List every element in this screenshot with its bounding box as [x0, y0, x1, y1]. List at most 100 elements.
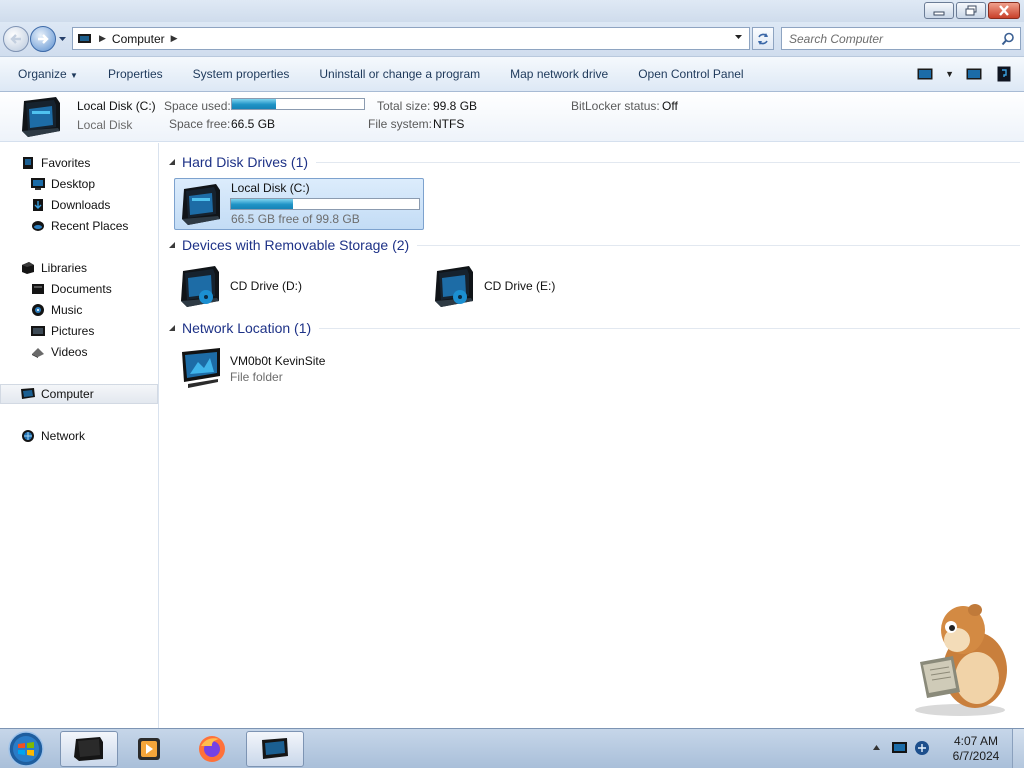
preview-pane-button[interactable]: [964, 66, 984, 82]
space-free-label: Space free:: [169, 117, 231, 131]
organize-menu[interactable]: Organize ▼: [0, 67, 93, 81]
network-icon: [20, 428, 36, 444]
organize-label: Organize: [18, 67, 67, 81]
collapse-triangle-icon[interactable]: [168, 324, 176, 332]
space-used-bar: [231, 98, 365, 110]
view-icon: [917, 68, 933, 80]
group-header-hard-disk-drives[interactable]: Hard Disk Drives (1): [168, 152, 1020, 172]
taskbar-computer-window-button[interactable]: [246, 731, 304, 767]
nav-favorites-label: Favorites: [41, 156, 91, 170]
clock-time: 4:07 AM: [953, 734, 999, 748]
collapse-triangle-icon[interactable]: [168, 158, 176, 166]
nav-desktop[interactable]: Desktop: [0, 174, 158, 194]
close-button[interactable]: [988, 2, 1020, 19]
search-box[interactable]: [781, 27, 1021, 50]
pictures-icon: [30, 323, 46, 339]
group-title: Devices with Removable Storage (2): [182, 237, 410, 253]
recent-places-icon: [30, 218, 46, 234]
nav-music-label: Music: [51, 303, 83, 317]
collapse-triangle-icon[interactable]: [168, 241, 176, 249]
network-location-tile[interactable]: VM0b0t KevinSite File folder: [174, 344, 424, 396]
change-view-button[interactable]: [915, 66, 935, 82]
system-properties-button[interactable]: System properties: [178, 67, 305, 81]
content-pane: Hard Disk Drives (1) Local Disk (C:) 66.…: [160, 143, 1024, 728]
show-hidden-icons-icon[interactable]: [872, 744, 881, 751]
clock[interactable]: 4:07 AM 6/7/2024: [944, 734, 1008, 764]
search-icon[interactable]: [1001, 32, 1015, 46]
selected-item-type: Local Disk: [77, 118, 133, 132]
total-size-label: Total size:: [377, 99, 431, 113]
properties-button[interactable]: Properties: [93, 67, 178, 81]
selected-item-name: Local Disk (C:): [77, 99, 156, 113]
tile-name: CD Drive (E:): [484, 279, 556, 293]
hard-drive-icon: [22, 97, 60, 137]
space-used-fill: [232, 99, 276, 109]
group-header-network-location[interactable]: Network Location (1): [168, 318, 1020, 338]
nav-videos[interactable]: Videos: [0, 342, 158, 362]
taskbar-explorer-button[interactable]: [60, 731, 118, 767]
file-system-value: NTFS: [433, 117, 465, 131]
minimize-button[interactable]: [924, 2, 954, 19]
back-arrow-icon: [10, 34, 21, 44]
nav-computer[interactable]: Computer: [0, 384, 158, 404]
uninstall-program-button[interactable]: Uninstall or change a program: [304, 67, 495, 81]
drive-tile-cd-e[interactable]: CD Drive (E:): [428, 261, 678, 313]
forward-button[interactable]: [30, 26, 56, 52]
nav-pictures[interactable]: Pictures: [0, 321, 158, 341]
address-dropdown-icon[interactable]: [734, 34, 743, 40]
refresh-button[interactable]: [752, 27, 774, 50]
navigation-pane: Favorites Desktop Downloads Recent Place…: [0, 143, 159, 728]
taskbar-firefox-button[interactable]: [183, 731, 241, 767]
restore-icon: [965, 5, 977, 16]
firefox-icon: [199, 736, 225, 762]
start-button[interactable]: [6, 730, 46, 768]
group-title: Network Location (1): [182, 320, 312, 336]
explorer-icon: [74, 737, 103, 761]
breadcrumb-separator-icon[interactable]: ▶: [171, 33, 178, 44]
nav-music[interactable]: Music: [0, 300, 158, 320]
tile-free-space: 66.5 GB free of 99.8 GB: [231, 212, 360, 226]
computer-icon: [20, 386, 36, 402]
taskbar-media-player-button[interactable]: [120, 731, 178, 767]
map-network-drive-button[interactable]: Map network drive: [495, 67, 623, 81]
address-bar[interactable]: ▶ Computer ▶: [72, 27, 750, 50]
forward-arrow-icon: [38, 34, 49, 44]
search-input[interactable]: [782, 28, 992, 49]
downloads-icon: [30, 197, 46, 213]
back-button[interactable]: [3, 26, 29, 52]
nav-recent-places[interactable]: Recent Places: [0, 216, 158, 236]
drive-tile-cd-d[interactable]: CD Drive (D:): [174, 261, 424, 313]
help-button[interactable]: [994, 66, 1014, 82]
taskbar: 4:07 AM 6/7/2024: [0, 728, 1024, 768]
show-desktop-button[interactable]: [1012, 729, 1024, 768]
nav-desktop-label: Desktop: [51, 177, 96, 191]
nav-recent-places-label: Recent Places: [51, 219, 129, 233]
nav-videos-label: Videos: [51, 345, 88, 359]
computer-window-icon: [262, 738, 288, 759]
recent-pages-dropdown-icon[interactable]: [58, 36, 67, 42]
breadcrumb-computer[interactable]: Computer: [112, 32, 165, 46]
open-control-panel-button[interactable]: Open Control Panel: [623, 67, 758, 81]
tile-type: File folder: [230, 370, 283, 384]
group-header-removable-storage[interactable]: Devices with Removable Storage (2): [168, 235, 1020, 255]
group-divider: [316, 161, 1020, 163]
videos-icon: [30, 344, 46, 360]
music-icon: [30, 302, 46, 318]
nav-libraries[interactable]: Libraries: [0, 258, 158, 278]
network-status-icon[interactable]: [914, 740, 930, 756]
nav-downloads[interactable]: Downloads: [0, 195, 158, 215]
command-bar: Organize ▼ Properties System properties …: [0, 56, 1024, 92]
breadcrumb-separator-icon[interactable]: ▶: [99, 33, 106, 44]
close-icon: [999, 5, 1009, 16]
action-center-icon[interactable]: [891, 741, 908, 755]
view-options-dropdown-icon[interactable]: ▼: [945, 69, 954, 79]
nav-network[interactable]: Network: [0, 426, 158, 446]
window-caption: [0, 0, 1024, 22]
nav-favorites[interactable]: Favorites: [0, 153, 158, 173]
drive-tile-local-disk-c[interactable]: Local Disk (C:) 66.5 GB free of 99.8 GB: [174, 178, 424, 230]
restore-button[interactable]: [956, 2, 986, 19]
nav-documents[interactable]: Documents: [0, 279, 158, 299]
documents-icon: [30, 281, 46, 297]
favorites-icon: [20, 155, 36, 171]
disk-usage-fill: [231, 199, 294, 209]
